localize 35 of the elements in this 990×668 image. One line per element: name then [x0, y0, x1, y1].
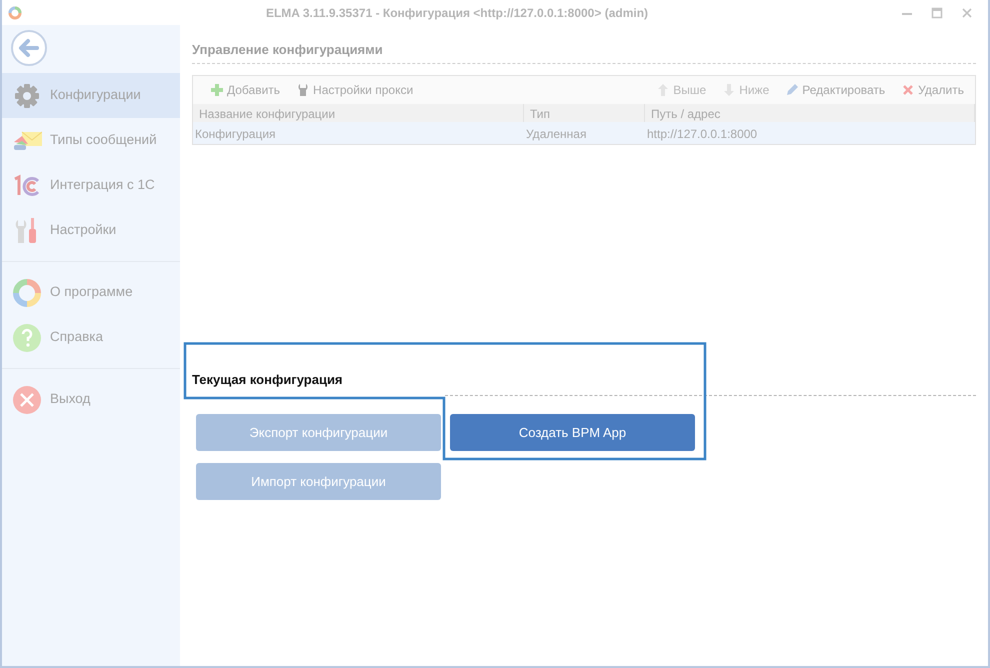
toolbar-button[interactable]: Настройки прокси: [291, 80, 418, 98]
ring-icon: [12, 278, 42, 308]
window-title: ELMA 3.11.9.35371 - Конфигурация <http://127.0.0.1:8000> (admin): [264, 4, 650, 22]
action-button[interactable]: Экспорт конфигурации: [196, 414, 441, 451]
action-button[interactable]: Импорт конфигурации: [196, 463, 441, 500]
sidebar-item[interactable]: Настройки: [2, 208, 180, 253]
app-logo-icon: [8, 6, 22, 20]
toolbar-button[interactable]: Редактировать: [780, 80, 890, 98]
sidebar-item[interactable]: Интеграция с 1С: [2, 163, 180, 208]
section-title: Управление конфигурациями: [192, 40, 976, 64]
table-row[interactable]: Конфигурация Удаленная http://127.0.0.1:8000: [193, 122, 975, 144]
wrench-icon: [296, 82, 310, 96]
sidebar-item[interactable]: Справка: [2, 315, 180, 360]
maximize-icon: [931, 7, 943, 20]
help-icon: [12, 322, 42, 352]
column-header[interactable]: Тип: [524, 104, 645, 122]
plus-icon: [210, 82, 224, 96]
toolbar-button[interactable]: Добавить: [205, 80, 286, 98]
section-title: Текущая конфигурация: [192, 370, 344, 389]
table-cell: Конфигурация: [195, 126, 276, 140]
pencil-icon: [785, 82, 800, 96]
toolbar-button[interactable]: Удалить: [896, 80, 969, 98]
sidebar-item[interactable]: О программе: [2, 270, 180, 315]
create-button[interactable]: Создать BPM App: [450, 414, 695, 451]
back-icon[interactable]: [10, 29, 48, 67]
sidebar-item[interactable]: Выход: [2, 377, 180, 422]
exit-icon: [12, 384, 42, 414]
table-cell: http://127.0.0.1:8000: [647, 126, 758, 140]
sidebar-item[interactable]: Конфигурации: [2, 73, 180, 118]
column-header[interactable]: Название конфигурации: [193, 104, 524, 122]
column-header[interactable]: Путь / адрес: [645, 104, 975, 122]
close-icon: [961, 7, 973, 20]
table-cell: Удаленная: [526, 126, 586, 140]
sidebar-item[interactable]: Типы сообщений: [2, 118, 180, 163]
delete-icon: [901, 82, 916, 96]
